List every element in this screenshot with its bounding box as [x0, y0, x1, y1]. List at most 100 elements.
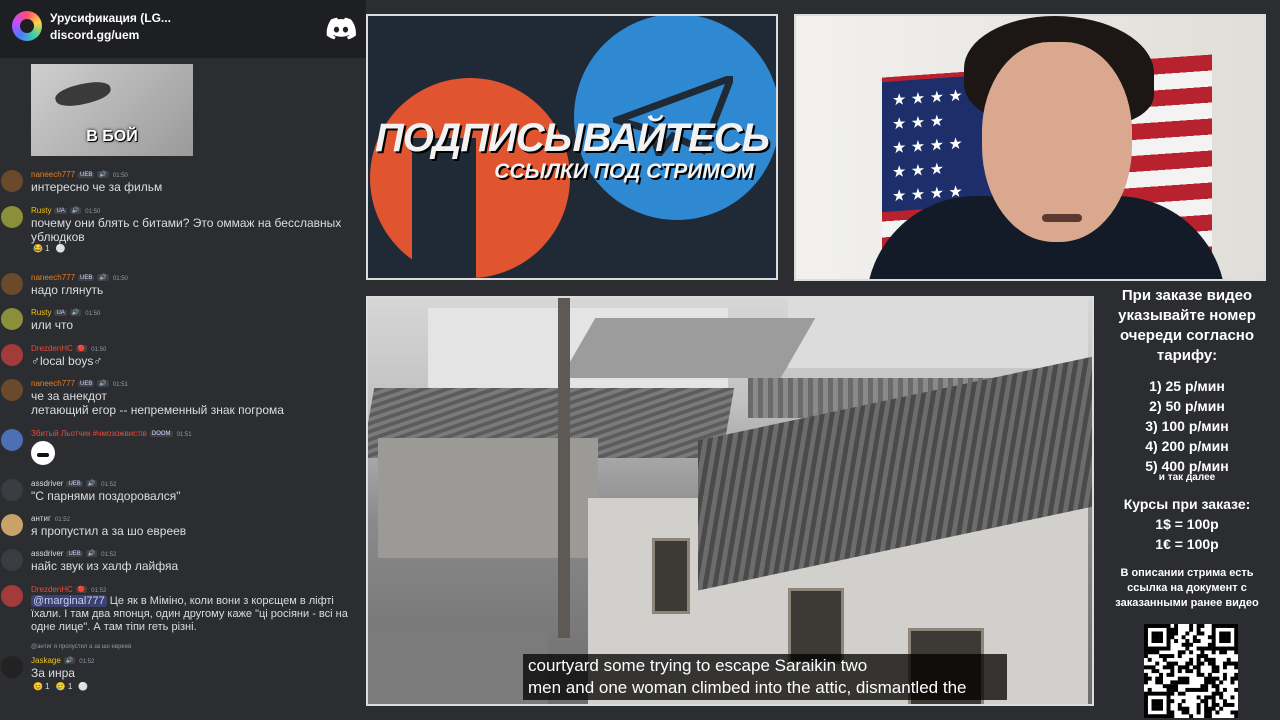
reaction-button[interactable]: 😂 1 [33, 244, 50, 253]
avatar[interactable] [1, 585, 23, 607]
video-player[interactable]: courtyard some trying to escape Saraikin… [366, 296, 1094, 706]
timestamp: 01:51 [176, 432, 192, 438]
avatar[interactable] [1, 344, 23, 366]
video-building-bg-right [788, 298, 1088, 368]
message-body: ♂local boys♂ [31, 354, 103, 368]
streamer-face [982, 42, 1132, 242]
video-ground [368, 628, 548, 704]
username[interactable]: Rusty [31, 206, 51, 215]
username[interactable]: assdriver [31, 479, 63, 488]
username[interactable]: naneech777 [31, 273, 75, 282]
message-header: DrezdenHC 🔴 01:52 [31, 585, 106, 594]
user-mention[interactable]: @marginal777 [31, 595, 107, 607]
message-body: че за анекдот летающий егор -- непременн… [31, 389, 284, 417]
role-badge: UA [54, 310, 67, 316]
timestamp: 01:52 [54, 517, 70, 523]
video-roof-middle [560, 318, 816, 378]
avatar[interactable] [1, 514, 23, 536]
video-subtitles: courtyard some trying to escape Saraikin… [528, 655, 1008, 699]
reactions-bar: 😂 1 ⚪ [33, 244, 72, 253]
message-header: naneech777 UEB 🔊 01:50 [31, 170, 128, 179]
username[interactable]: DrezdenHC [31, 585, 73, 594]
message-header: assdriver UEB 🔊 01:52 [31, 549, 116, 558]
promo-title: ПОДПИСЫВАЙТЕСЬ [374, 116, 770, 160]
username[interactable]: Rusty [31, 308, 51, 317]
avatar[interactable] [1, 273, 23, 295]
avatar[interactable] [1, 549, 23, 571]
discord-logo-icon [326, 17, 356, 40]
message-text: @marginal777 Це як в Міміно, коли вони з… [31, 595, 361, 634]
rates-title: Курсы при заказе: [1123, 496, 1251, 512]
role-badge: UEB [66, 481, 83, 487]
reaction-button[interactable]: 🥲 1 [56, 682, 73, 691]
message-body: найс звук из халф лайфяа [31, 559, 179, 573]
message-text: интересно че за фильм [31, 180, 361, 194]
reaction-button[interactable]: 😊 1 [33, 682, 50, 691]
username[interactable]: антиг [31, 514, 51, 523]
avatar[interactable] [1, 429, 23, 451]
timestamp: 01:51 [112, 382, 128, 388]
server-icon [12, 11, 42, 41]
video-utility-pole [558, 298, 570, 638]
emoji-message-icon [31, 441, 55, 465]
streamer-mouth [1042, 214, 1082, 222]
username[interactable]: Збитый Льотчик #чмозожвистів [31, 429, 147, 438]
username[interactable]: naneech777 [31, 379, 75, 388]
role-badge: 🔊 [85, 480, 98, 487]
avatar[interactable] [1, 206, 23, 228]
avatar[interactable] [1, 170, 23, 192]
qr-code-icon[interactable] [1144, 624, 1238, 718]
message-text: почему они блять с битами? Это оммаж на … [31, 216, 361, 244]
description-note: В описании стрима есть ссылка на докумен… [1115, 567, 1259, 609]
message-header: Jaskage 🔊 01:52 [31, 656, 94, 665]
discord-chat-overlay: Урусификация (LG... discord.gg/uem В БОЙ… [0, 0, 366, 720]
server-invite-link[interactable]: discord.gg/uem [50, 28, 139, 42]
gif-caption: В БОЙ [86, 128, 138, 145]
price-list: 1) 25 р/мин 2) 50 р/мин 3) 100 р/мин 4) 200… [1100, 376, 1274, 476]
role-badge: 🔊 [69, 309, 82, 316]
avatar[interactable] [1, 656, 23, 678]
price-item: 4) 200 р/мин [1145, 438, 1229, 454]
video-window-2 [788, 588, 844, 664]
price-item: 1) 25 р/мин [1149, 378, 1225, 394]
rates-list: 1$ = 100р 1€ = 100р [1100, 514, 1274, 554]
role-badge: 🔊 [97, 171, 109, 178]
message-body: За инра [31, 666, 75, 680]
message-text: надо глянуть [31, 283, 361, 297]
webcam-feed [794, 14, 1266, 281]
message-header: DrezdenHC 🔴 01:50 [31, 344, 106, 353]
gif-embed[interactable]: В БОЙ [31, 64, 193, 156]
price-item: 3) 100 р/мин [1145, 418, 1229, 434]
reply-preview[interactable]: @антиг я пропустил а за шо евреев [31, 644, 131, 650]
role-badge: UEB [78, 275, 95, 281]
message-text: или что [31, 318, 361, 332]
rate-item: 1$ = 100р [1155, 516, 1219, 532]
subtitle-line-2: men and one woman climbed into the attic… [528, 678, 967, 697]
timestamp: 01:50 [91, 347, 107, 353]
username[interactable]: naneech777 [31, 170, 75, 179]
avatar[interactable] [1, 308, 23, 330]
message-body: "С парнями поздоровался" [31, 489, 181, 503]
username[interactable]: assdriver [31, 549, 63, 558]
message-text: За инра [31, 666, 361, 680]
message-body: надо глянуть [31, 283, 104, 297]
reaction-button[interactable]: ⚪ [78, 682, 88, 691]
role-badge: 🔊 [97, 274, 109, 281]
video-window-1 [652, 538, 690, 614]
username[interactable]: Jaskage [31, 656, 61, 665]
subscribe-promo-panel: ПОДПИСЫВАЙТЕСЬ ССЫЛКИ ПОД СТРИМОМ [366, 14, 778, 280]
rate-item: 1€ = 100р [1155, 536, 1219, 552]
message-header: naneech777 UEB 🔊 01:51 [31, 379, 128, 388]
timestamp: 01:52 [101, 482, 117, 488]
message-header: Rusty UA 🔊 01:50 [31, 308, 100, 317]
timestamp: 01:50 [85, 209, 101, 215]
message-header: Rusty UA 🔊 01:50 [31, 206, 100, 215]
price-list-etc: и так далее [1158, 472, 1216, 483]
reaction-button[interactable]: ⚪ [56, 244, 66, 253]
avatar[interactable] [1, 479, 23, 501]
username[interactable]: DrezdenHC [31, 344, 73, 353]
avatar[interactable] [1, 379, 23, 401]
message-body: почему они блять с битами? Это оммаж на … [31, 216, 345, 244]
message-body: интересно че за фильм [31, 180, 163, 194]
subtitle-line-1: courtyard some trying to escape Saraikin… [528, 656, 868, 675]
